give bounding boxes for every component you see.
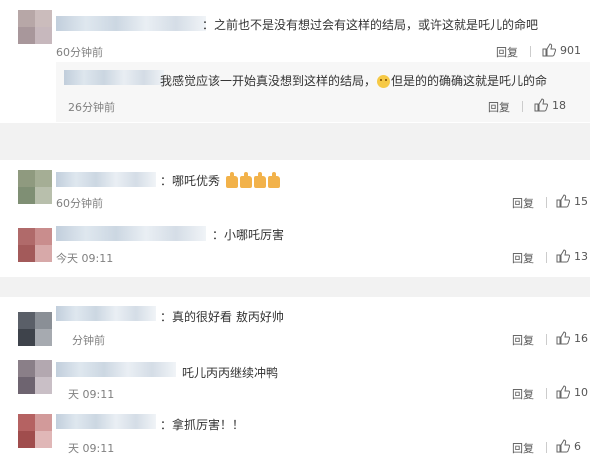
like-count: 13 xyxy=(574,249,588,263)
comment-time: 天 09:11 xyxy=(68,442,115,455)
comment-item: ：小哪吒厉害 今天 09:11 回复 13 xyxy=(0,218,590,276)
separator xyxy=(546,442,547,453)
username[interactable] xyxy=(56,414,156,429)
thumbs-up-icon xyxy=(556,439,570,453)
username[interactable] xyxy=(56,226,206,241)
thumbs-up-icon xyxy=(542,43,556,57)
username[interactable] xyxy=(56,306,156,321)
like-button[interactable]: 18 xyxy=(534,98,566,112)
reply-button[interactable]: 回复 xyxy=(496,44,518,60)
thumbs-up-emoji-icon xyxy=(225,172,282,189)
smiley-emoji-icon xyxy=(377,75,391,88)
comment-item: ：拿抓厉害！！ 天 09:11 回复 6 xyxy=(0,406,590,457)
separator xyxy=(522,101,523,112)
comment-time: 分钟前 xyxy=(72,334,105,347)
reply-block: 我感觉应该一开始真没想到这样的结局， 但是的的确确这就是吒儿的命 26分钟前 回复… xyxy=(56,62,590,122)
comment-time: 60分钟前 xyxy=(56,46,103,59)
reply-button[interactable]: 回复 xyxy=(512,250,534,266)
thumbs-up-icon xyxy=(556,249,570,263)
comment-text: ：小哪吒厉害 xyxy=(212,228,285,242)
comment-time: 天 09:11 xyxy=(68,388,115,401)
comment-text: ：真的很好看 敖丙好帅 xyxy=(160,310,284,324)
avatar[interactable] xyxy=(18,10,52,44)
separator xyxy=(546,252,547,263)
like-count: 901 xyxy=(560,43,581,57)
comment-text: 吒儿丙丙继续冲鸭 xyxy=(182,366,279,380)
like-count: 16 xyxy=(574,331,588,345)
comment-text: ：之前也不是没有想过会有这样的结局，或许这就是吒儿的命吧 xyxy=(202,18,539,32)
separator xyxy=(546,197,547,208)
separator xyxy=(530,46,531,57)
like-button[interactable]: 16 xyxy=(556,331,588,345)
reply-button[interactable]: 回复 xyxy=(512,332,534,348)
thumbs-up-icon xyxy=(534,98,548,112)
like-count: 18 xyxy=(552,98,566,112)
username[interactable] xyxy=(56,16,206,31)
separator xyxy=(546,334,547,345)
avatar[interactable] xyxy=(18,360,52,394)
reply-button[interactable]: 回复 xyxy=(512,195,534,211)
comment-time: 26分钟前 xyxy=(68,101,115,114)
comment-item: ：之前也不是没有想过会有这样的结局，或许这就是吒儿的命吧 60分钟前 回复 90… xyxy=(0,0,590,60)
like-button[interactable]: 15 xyxy=(556,194,588,208)
comment-item: ：真的很好看 敖丙好帅 分钟前 回复 16 xyxy=(0,300,590,356)
reply-button[interactable]: 回复 xyxy=(512,386,534,402)
thumbs-up-icon xyxy=(556,194,570,208)
like-count: 10 xyxy=(574,385,588,399)
reply-button[interactable]: 回复 xyxy=(488,99,510,115)
separator xyxy=(546,388,547,399)
like-count: 15 xyxy=(574,194,588,208)
avatar[interactable] xyxy=(18,312,52,346)
avatar[interactable] xyxy=(18,414,52,448)
like-button[interactable]: 6 xyxy=(556,439,581,453)
comment-time: 今天 09:11 xyxy=(56,252,114,265)
comment-item: ：哪吒优秀 60分钟前 回复 15 xyxy=(0,160,590,216)
username[interactable] xyxy=(64,70,164,85)
like-count: 6 xyxy=(574,439,581,453)
thumbs-up-icon xyxy=(556,385,570,399)
reply-button[interactable]: 回复 xyxy=(512,440,534,456)
comment-text: 我感觉应该一开始真没想到这样的结局， 但是的的确确这就是吒儿的命 xyxy=(160,74,548,88)
comment-item: 吒儿丙丙继续冲鸭 天 09:11 回复 10 xyxy=(0,356,590,404)
comment-text: ：哪吒优秀 xyxy=(160,172,282,189)
username[interactable] xyxy=(56,172,156,187)
username[interactable] xyxy=(56,362,176,377)
thumbs-up-icon xyxy=(556,331,570,345)
section-divider xyxy=(0,123,590,160)
comment-time: 60分钟前 xyxy=(56,197,103,210)
avatar[interactable] xyxy=(18,170,52,204)
like-button[interactable]: 901 xyxy=(542,43,581,57)
comment-text: ：拿抓厉害！！ xyxy=(160,418,245,432)
like-button[interactable]: 10 xyxy=(556,385,588,399)
avatar[interactable] xyxy=(18,228,52,262)
like-button[interactable]: 13 xyxy=(556,249,588,263)
section-divider xyxy=(0,277,590,297)
